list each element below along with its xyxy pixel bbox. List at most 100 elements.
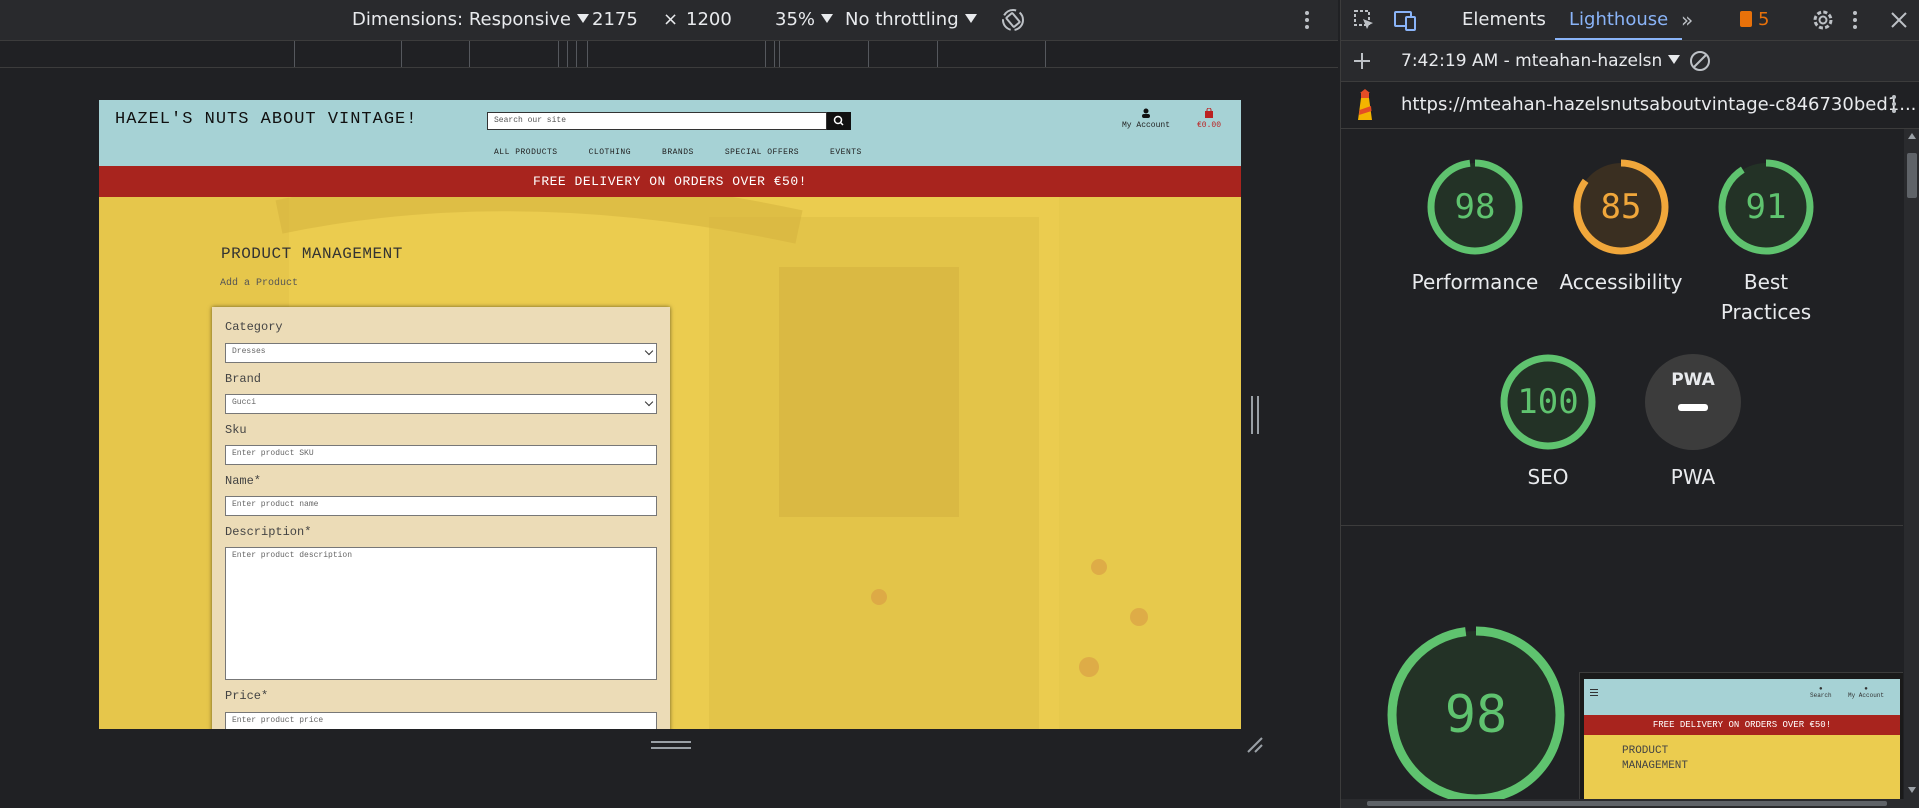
media-query-bar[interactable] [0, 41, 1338, 68]
hscroll-thumb[interactable] [1367, 801, 1887, 806]
price-label: Price* [225, 689, 269, 703]
best-practices-gauge[interactable]: 91 Best Practices [1716, 157, 1816, 324]
site-header: HAZEL'S NUTS ABOUT VINTAGE! Search our s… [99, 100, 1241, 166]
vertical-scrollbar[interactable] [1904, 129, 1919, 799]
device-toolbar: Dimensions: Responsive 2175 × 1200 35% N… [0, 0, 1338, 41]
shopping-bag-link[interactable]: €0.00 [1192, 107, 1226, 130]
site-logo[interactable]: HAZEL'S NUTS ABOUT VINTAGE! [115, 110, 417, 129]
more-options-icon[interactable] [1892, 95, 1896, 113]
width-input[interactable]: 2175 [592, 0, 638, 40]
search-button[interactable] [827, 112, 851, 130]
performance-gauge[interactable]: 98 Performance [1412, 157, 1538, 294]
pwa-label: PWA [1670, 465, 1716, 489]
performance-score: 98 [1454, 187, 1496, 227]
gear-icon[interactable] [1811, 8, 1835, 32]
thumb-account-label: My Account [1848, 692, 1885, 699]
pwa-gauge[interactable]: PWA PWA [1643, 352, 1743, 489]
more-options-icon[interactable] [1305, 11, 1309, 29]
thumb-body: PRODUCT MANAGEMENT [1584, 735, 1900, 799]
more-options-icon[interactable] [1853, 11, 1857, 29]
category-label: Category [225, 320, 283, 334]
thumb-header: ● Search ● My Account [1584, 679, 1900, 715]
description-label: Description* [225, 525, 312, 539]
brand-label: Brand [225, 372, 262, 386]
tab-lighthouse[interactable]: Lighthouse [1555, 0, 1683, 40]
thumb-banner: FREE DELIVERY ON ORDERS OVER €50! [1584, 715, 1900, 735]
scroll-down-icon[interactable] [1908, 787, 1916, 793]
times-sign: × [663, 9, 679, 30]
chevron-down-icon [644, 346, 654, 356]
clear-icon[interactable] [1689, 50, 1711, 72]
report-selector[interactable]: 7:42:19 AM - mteahan-hazelsn [1401, 41, 1681, 81]
pwa-badge-text: PWA [1671, 370, 1715, 390]
seo-gauge[interactable]: 100 SEO [1498, 352, 1598, 489]
more-tabs-icon[interactable]: » [1681, 0, 1693, 40]
issues-count[interactable]: 5 [1758, 0, 1769, 40]
scroll-up-icon[interactable] [1908, 133, 1916, 139]
delivery-banner: FREE DELIVERY ON ORDERS OVER €50! [99, 166, 1241, 197]
thumb-title: PRODUCT MANAGEMENT [1622, 744, 1688, 774]
height-input[interactable]: 1200 [686, 0, 732, 40]
corner-resize-icon[interactable] [1244, 734, 1266, 756]
sku-label: Sku [225, 423, 247, 437]
throttling-dropdown[interactable]: No throttling [845, 0, 977, 40]
rotate-icon[interactable] [1000, 7, 1026, 33]
chevron-down-icon [576, 14, 589, 23]
dimensions-dropdown[interactable]: Dimensions: Responsive [352, 0, 589, 40]
lighthouse-logo-icon [1358, 89, 1372, 120]
nav-all-products[interactable]: ALL PRODUCTS [494, 148, 558, 157]
account-label: My Account [1121, 121, 1170, 130]
brand-select[interactable]: Gucci [225, 394, 657, 414]
report-session-label: 7:42:19 AM - mteahan-hazelsn [1401, 51, 1663, 71]
emulated-viewport: HAZEL'S NUTS ABOUT VINTAGE! Search our s… [99, 100, 1241, 729]
final-screenshot-thumbnail[interactable]: ● Search ● My Account FREE DELIVERY ON ORD… [1579, 672, 1903, 799]
chevron-down-icon [1668, 55, 1681, 64]
nav-events[interactable]: EVENTS [830, 148, 862, 157]
width-resize-handle[interactable] [1251, 396, 1261, 434]
category-select[interactable]: Dresses [225, 343, 657, 363]
pwa-dash-icon [1678, 404, 1708, 411]
page-title: PRODUCT MANAGEMENT [221, 245, 403, 263]
close-icon[interactable] [1889, 10, 1909, 30]
horizontal-scrollbar[interactable] [1341, 799, 1919, 808]
thumb-search-label: Search [1810, 692, 1832, 699]
add-product-form: Category Dresses Brand Gucci Sku Enter p… [212, 307, 670, 729]
thumb-title-line1: PRODUCT [1622, 745, 1669, 757]
performance-label: Performance [1411, 270, 1539, 294]
devtools-tab-bar: Elements Lighthouse » 5 [1341, 0, 1919, 41]
throttling-label: No throttling [845, 9, 959, 30]
height-resize-handle[interactable] [651, 741, 691, 751]
nav-special-offers[interactable]: SPECIAL OFFERS [725, 148, 799, 157]
description-textarea[interactable]: Enter product description [225, 547, 657, 680]
nav-brands[interactable]: BRANDS [662, 148, 694, 157]
lighthouse-toolbar: 7:42:19 AM - mteahan-hazelsn [1341, 41, 1919, 82]
thumb-search: ● Search [1810, 685, 1832, 699]
device-toolbar-icon[interactable] [1393, 9, 1419, 31]
hamburger-icon [1590, 689, 1598, 690]
accessibility-score: 85 [1600, 187, 1642, 227]
name-input[interactable]: Enter product name [225, 496, 657, 516]
scroll-thumb[interactable] [1907, 153, 1917, 198]
seo-label: SEO [1527, 465, 1569, 489]
user-icon [1142, 108, 1150, 118]
chevron-down-icon [644, 397, 654, 407]
issues-icon[interactable] [1740, 11, 1752, 27]
sku-input[interactable]: Enter product SKU [225, 445, 657, 465]
inspect-element-icon[interactable] [1353, 9, 1377, 31]
search-input[interactable]: Search our site [487, 112, 827, 130]
thumb-account: ● My Account [1848, 685, 1885, 699]
report-url-bar: https://mteahan-hazelsnutsaboutvintage-c… [1341, 82, 1919, 129]
zoom-dropdown[interactable]: 35% [775, 0, 834, 40]
plus-icon[interactable] [1352, 51, 1372, 71]
best-practices-score: 91 [1745, 187, 1787, 227]
report-url[interactable]: https://mteahan-hazelsnutsaboutvintage-c… [1401, 82, 1916, 128]
accessibility-gauge[interactable]: 85 Accessibility [1559, 157, 1683, 294]
nav-clothing[interactable]: CLOTHING [589, 148, 631, 157]
price-input[interactable]: Enter product price [225, 712, 657, 729]
devtools-panel: Elements Lighthouse » 5 7:42:19 AM - mte… [1340, 0, 1919, 808]
seo-score: 100 [1517, 382, 1579, 422]
page-subtitle: Add a Product [220, 278, 299, 289]
dimensions-label: Dimensions: Responsive [352, 9, 571, 30]
tab-elements[interactable]: Elements [1462, 0, 1546, 40]
my-account-link[interactable]: My Account [1116, 108, 1176, 130]
